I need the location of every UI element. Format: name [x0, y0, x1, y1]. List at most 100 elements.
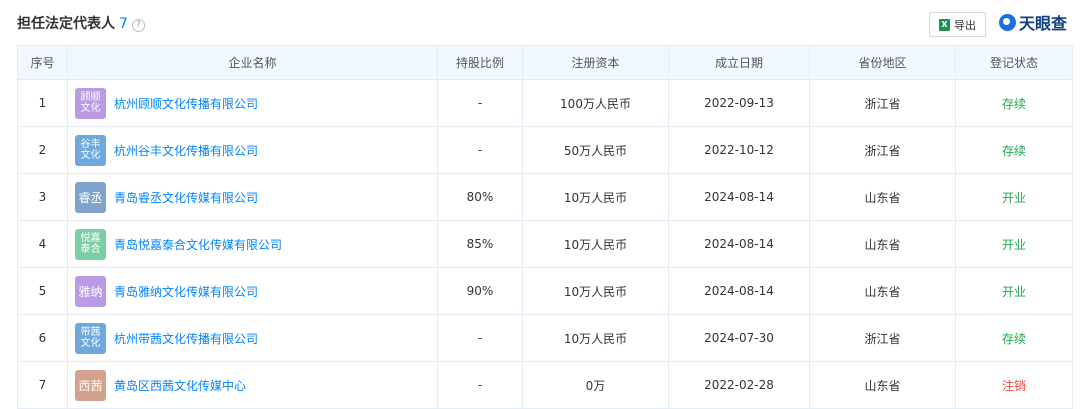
- header-share-ratio: 持股比例: [437, 45, 523, 80]
- status-badge: 开业: [955, 267, 1073, 315]
- founded-date: 2022-09-13: [668, 79, 810, 127]
- company-logo[interactable]: 谷丰 文化: [75, 134, 106, 166]
- registered-capital: 10万人民币: [522, 173, 669, 221]
- status-badge: 注销: [955, 361, 1073, 409]
- company-logo[interactable]: 悦嘉 泰合: [75, 228, 106, 260]
- excel-icon: X: [939, 18, 950, 31]
- row-index: 2: [17, 126, 68, 174]
- company-logo-text: 带茜: [80, 327, 101, 338]
- export-label: 导出: [954, 18, 976, 32]
- status-badge: 存续: [955, 314, 1073, 362]
- founded-date: 2024-08-14: [668, 173, 810, 221]
- founded-date: 2024-07-30: [668, 314, 810, 362]
- company-logo-text: 文化: [80, 103, 101, 114]
- company-logo-text: 西茜: [78, 378, 103, 393]
- header-status: 登记状态: [955, 45, 1073, 80]
- region: 山东省: [809, 361, 956, 409]
- registered-capital: 10万人民币: [522, 267, 669, 315]
- table-header-row: 序号 企业名称 持股比例 注册资本 成立日期 省份地区 登记状态: [17, 45, 1073, 80]
- row-index: 4: [17, 220, 68, 268]
- region: 山东省: [809, 220, 956, 268]
- section-header: 担任法定代表人 7? X 导出 天眼查: [0, 0, 1080, 44]
- company-name-link[interactable]: 杭州顾顺文化传播有限公司: [114, 95, 258, 112]
- header-index: 序号: [17, 45, 68, 80]
- company-logo-text: 悦嘉: [80, 233, 101, 244]
- table-row: 7 西茜 黄岛区西茜文化传媒中心 -0万 2022-02-28 山东省 注销: [17, 361, 1073, 409]
- company-cell: 带茜 文化 杭州带茜文化传播有限公司: [67, 314, 438, 362]
- company-logo[interactable]: 顾顺 文化: [75, 87, 106, 119]
- registered-capital: 10万人民币: [522, 220, 669, 268]
- section-title: 担任法定代表人 7?: [17, 13, 145, 33]
- result-count: 7: [119, 16, 128, 32]
- row-index: 6: [17, 314, 68, 362]
- company-cell: 西茜 黄岛区西茜文化传媒中心: [67, 361, 438, 409]
- company-logo[interactable]: 睿丞: [75, 181, 106, 213]
- company-cell: 悦嘉 泰合 青岛悦嘉泰合文化传媒有限公司: [67, 220, 438, 268]
- share-ratio: 90%: [437, 267, 523, 315]
- company-logo-text: 顾顺: [80, 92, 101, 103]
- companies-table: 序号 企业名称 持股比例 注册资本 成立日期 省份地区 登记状态 1 顾顺 文化 杭州…: [17, 45, 1073, 409]
- section-title-text: 担任法定代表人: [17, 16, 115, 32]
- company-logo-text: 雅纳: [78, 284, 103, 299]
- company-logo-text: 泰合: [80, 244, 101, 255]
- row-index: 7: [17, 361, 68, 409]
- share-ratio: 80%: [437, 173, 523, 221]
- company-logo-text: 谷丰: [80, 139, 101, 150]
- table-row: 4 悦嘉 泰合 青岛悦嘉泰合文化传媒有限公司 85% 10万人民币 2024-08-14 山东…: [17, 220, 1073, 268]
- region: 山东省: [809, 173, 956, 221]
- row-index: 5: [17, 267, 68, 315]
- founded-date: 2022-10-12: [668, 126, 810, 174]
- company-logo-text: 睿丞: [78, 190, 103, 205]
- status-badge: 存续: [955, 126, 1073, 174]
- company-logo[interactable]: 带茜 文化: [75, 322, 106, 354]
- founded-date: 2022-02-28: [668, 361, 810, 409]
- company-logo[interactable]: 雅纳: [75, 275, 106, 307]
- help-icon[interactable]: ?: [131, 19, 145, 32]
- header-founded-date: 成立日期: [668, 45, 810, 80]
- company-logo-text: 文化: [80, 150, 101, 161]
- registered-capital: 10万人民币: [522, 314, 669, 362]
- logo-text: 天眼查: [1019, 14, 1068, 33]
- table-row: 2 谷丰 文化 杭州谷丰文化传播有限公司 -50万人民币 2022-10-12 浙江省 存续: [17, 126, 1073, 174]
- company-name-link[interactable]: 青岛悦嘉泰合文化传媒有限公司: [114, 236, 282, 253]
- table-row: 6 带茜 文化 杭州带茜文化传播有限公司 -10万人民币 2024-07-30 浙江省 存续: [17, 314, 1073, 362]
- row-index: 3: [17, 173, 68, 221]
- table-row: 5 雅纳 青岛雅纳文化传媒有限公司 90% 10万人民币 2024-08-14 山东省 开业: [17, 267, 1073, 315]
- company-logo-text: 文化: [80, 338, 101, 349]
- company-name-link[interactable]: 杭州谷丰文化传播有限公司: [114, 142, 258, 159]
- tianyancha-logo-icon: [999, 13, 1016, 31]
- share-ratio: -: [437, 79, 523, 127]
- status-badge: 开业: [955, 220, 1073, 268]
- region: 山东省: [809, 267, 956, 315]
- region: 浙江省: [809, 314, 956, 362]
- company-cell: 谷丰 文化 杭州谷丰文化传播有限公司: [67, 126, 438, 174]
- row-index: 1: [17, 79, 68, 127]
- tianyancha-logo[interactable]: 天眼查: [999, 10, 1067, 34]
- header-region: 省份地区: [809, 45, 956, 80]
- table-row: 3 睿丞 青岛睿丞文化传媒有限公司 80% 10万人民币 2024-08-14 山东省 开业: [17, 173, 1073, 221]
- company-logo[interactable]: 西茜: [75, 369, 106, 401]
- share-ratio: -: [437, 314, 523, 362]
- export-button[interactable]: X 导出: [929, 12, 986, 37]
- table-row: 1 顾顺 文化 杭州顾顺文化传播有限公司 -100万人民币 2022-09-13 浙江省 存续: [17, 79, 1073, 127]
- share-ratio: 85%: [437, 220, 523, 268]
- company-cell: 雅纳 青岛雅纳文化传媒有限公司: [67, 267, 438, 315]
- share-ratio: -: [437, 361, 523, 409]
- company-name-link[interactable]: 杭州带茜文化传播有限公司: [114, 330, 258, 347]
- header-registered-capital: 注册资本: [522, 45, 669, 80]
- company-name-link[interactable]: 青岛雅纳文化传媒有限公司: [114, 283, 258, 300]
- company-cell: 顾顺 文化 杭州顾顺文化传播有限公司: [67, 79, 438, 127]
- founded-date: 2024-08-14: [668, 220, 810, 268]
- header-company-name: 企业名称: [67, 45, 438, 80]
- registered-capital: 0万: [522, 361, 669, 409]
- status-badge: 存续: [955, 79, 1073, 127]
- registered-capital: 50万人民币: [522, 126, 669, 174]
- founded-date: 2024-08-14: [668, 267, 810, 315]
- company-name-link[interactable]: 黄岛区西茜文化传媒中心: [114, 377, 246, 394]
- share-ratio: -: [437, 126, 523, 174]
- company-name-link[interactable]: 青岛睿丞文化传媒有限公司: [114, 189, 258, 206]
- region: 浙江省: [809, 79, 956, 127]
- registered-capital: 100万人民币: [522, 79, 669, 127]
- status-badge: 开业: [955, 173, 1073, 221]
- company-cell: 睿丞 青岛睿丞文化传媒有限公司: [67, 173, 438, 221]
